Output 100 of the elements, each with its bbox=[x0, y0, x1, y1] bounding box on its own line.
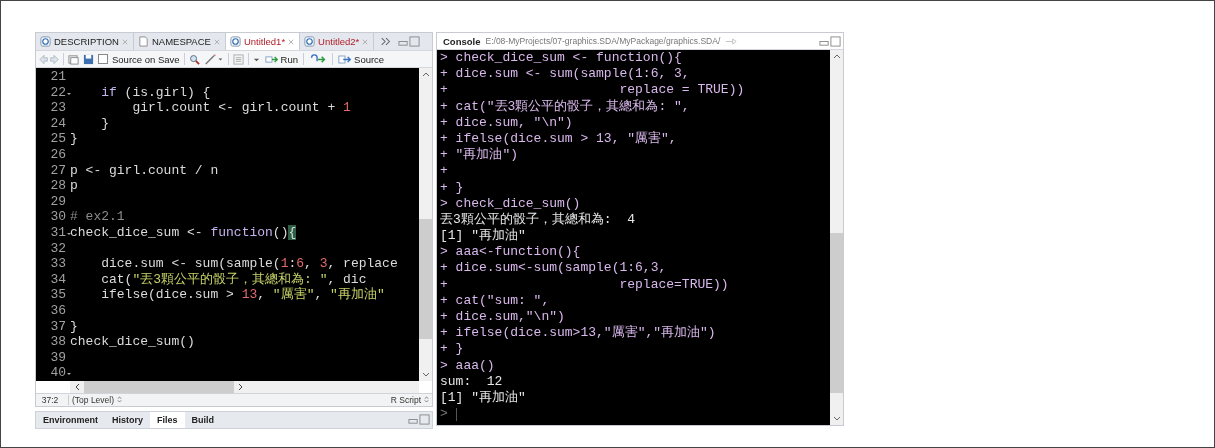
document-icon bbox=[137, 36, 149, 47]
minimize-maximize-icon[interactable] bbox=[398, 36, 421, 47]
close-icon[interactable] bbox=[288, 38, 295, 45]
scroll-up-icon[interactable] bbox=[421, 71, 430, 77]
console-line: + } bbox=[440, 341, 464, 358]
scroll-up-icon[interactable] bbox=[832, 53, 841, 59]
line-number: 33 bbox=[50, 256, 66, 272]
file-type-selector[interactable]: R Script bbox=[390, 394, 421, 405]
console-line: > check_dice_sum <- function(){ bbox=[440, 50, 682, 67]
code-line: # ex2.1 bbox=[70, 209, 125, 225]
fold-icon[interactable] bbox=[66, 371, 72, 378]
console-line: + replace=TRUE)) bbox=[440, 276, 729, 293]
source-arrow-icon bbox=[338, 54, 353, 64]
vertical-scrollbar[interactable] bbox=[419, 68, 432, 381]
save-icon[interactable] bbox=[83, 53, 94, 65]
close-icon[interactable] bbox=[362, 38, 369, 45]
line-number: 30 bbox=[50, 209, 66, 225]
scroll-right-icon[interactable] bbox=[238, 382, 244, 391]
console-line: + bbox=[440, 163, 448, 180]
console-line: + replace = TRUE)) bbox=[440, 82, 745, 99]
cursor-position: 37:2 bbox=[36, 394, 69, 405]
wand-icon[interactable] bbox=[203, 53, 224, 65]
code-line: } bbox=[70, 131, 78, 147]
pane-tab[interactable]: Build bbox=[184, 411, 222, 428]
scrollbar-thumb[interactable] bbox=[419, 219, 432, 340]
line-number: 32 bbox=[50, 240, 66, 257]
minimize-maximize-icon[interactable] bbox=[408, 414, 430, 426]
line-number: 39 bbox=[50, 349, 66, 366]
line-number: 26 bbox=[50, 146, 66, 163]
console-line: + } bbox=[440, 179, 464, 196]
line-number: 21 bbox=[50, 69, 66, 85]
line-number: 35 bbox=[50, 287, 66, 303]
line-number: 27 bbox=[50, 162, 66, 179]
minimize-maximize-icon[interactable] bbox=[819, 35, 841, 47]
line-number: 22 bbox=[50, 84, 66, 101]
r-file-icon bbox=[229, 36, 241, 47]
scroll-down-icon[interactable] bbox=[421, 371, 430, 378]
line-number: 23 bbox=[50, 100, 66, 116]
code-line: } bbox=[100, 115, 109, 132]
code-line: p <- girl.count / n bbox=[70, 162, 219, 179]
console-line: 丟3顆公平的骰子，其總和為: 4 bbox=[440, 211, 635, 228]
line-number: 29 bbox=[50, 193, 66, 210]
console-line: + dice.sum <- sum(sample(1:6, 3, bbox=[440, 66, 690, 83]
console-line: > bbox=[440, 406, 448, 423]
updown-icon[interactable] bbox=[424, 396, 429, 404]
code-line: if (is.girl) { bbox=[100, 84, 211, 101]
search-icon[interactable] bbox=[188, 53, 200, 65]
line-number: 37 bbox=[50, 318, 66, 335]
console-line: + ifelse(dice.sum>13,"厲害","再加油") bbox=[440, 325, 716, 342]
checkbox-label: Source on Save bbox=[112, 53, 180, 65]
code-line: ifelse(dice.sum > 13, "厲害", "再加油" bbox=[100, 287, 385, 303]
list-icon[interactable] bbox=[232, 53, 244, 65]
scope-selector[interactable]: (Top Level) bbox=[72, 394, 115, 405]
console-line: + dice.sum<-sum(sample(1:6,3, bbox=[440, 260, 667, 277]
console-line: > check_dice_sum() bbox=[440, 195, 581, 212]
console-line: + "再加油") bbox=[440, 147, 518, 164]
editor-tab[interactable]: Untitled1* bbox=[225, 33, 301, 50]
code-line: girl.count <- girl.count + 1 bbox=[131, 100, 351, 116]
line-number: 36 bbox=[50, 302, 66, 319]
updown-icon[interactable] bbox=[117, 396, 123, 404]
run-arrow-icon bbox=[264, 54, 279, 64]
scroll-down-icon[interactable] bbox=[832, 416, 841, 422]
r-file-icon bbox=[304, 36, 316, 47]
fold-icon[interactable] bbox=[66, 90, 72, 97]
console-line: + dice.sum,"\n") bbox=[440, 309, 565, 326]
close-icon[interactable] bbox=[213, 38, 220, 45]
pane-tab[interactable]: History bbox=[105, 411, 151, 428]
console-line: + cat("sum: ", bbox=[440, 292, 550, 309]
text-cursor bbox=[455, 407, 457, 421]
pane-tab[interactable]: Environment bbox=[36, 411, 105, 428]
more-tabs-icon[interactable] bbox=[380, 37, 393, 46]
code-line: } bbox=[70, 318, 78, 335]
checkbox[interactable] bbox=[98, 54, 108, 64]
code-line: cat("丟3顆公平的骰子，其總和為: ", dic bbox=[100, 271, 367, 287]
line-number: 25 bbox=[50, 131, 66, 147]
code-line: dice.sum <- sum(sample(1:6, 3, replace bbox=[100, 256, 398, 272]
r-file-icon bbox=[40, 36, 51, 47]
console-line: + cat("丟3顆公平的骰子，其總和為: ", bbox=[440, 98, 690, 115]
pane-tab[interactable]: Files bbox=[150, 411, 185, 428]
line-number: 38 bbox=[50, 334, 66, 350]
console-line: + ifelse(dice.sum > 13, "厲害", bbox=[440, 130, 677, 147]
fold-icon[interactable] bbox=[66, 230, 72, 237]
close-icon[interactable] bbox=[121, 38, 128, 45]
console-line: > aaa() bbox=[440, 357, 495, 374]
console-line: [1] "再加油" bbox=[440, 389, 526, 407]
code-line: p bbox=[70, 178, 78, 194]
line-number: 24 bbox=[50, 115, 66, 132]
line-number: 31 bbox=[50, 224, 66, 241]
line-number: 28 bbox=[50, 178, 66, 194]
line-number: 40 bbox=[50, 365, 66, 381]
code-line: check_dice_sum() bbox=[70, 334, 195, 350]
code-line: check_dice_sum <- function(){ bbox=[70, 224, 297, 241]
scroll-left-icon[interactable] bbox=[74, 382, 80, 391]
vertical-scrollbar[interactable] bbox=[830, 50, 843, 425]
line-number: 34 bbox=[50, 271, 66, 288]
run-button[interactable]: Run bbox=[263, 53, 300, 65]
window-icon[interactable] bbox=[68, 53, 79, 65]
working-directory: E:/08-MyProjects/07-graphics.SDA/MyPackage/graphics.SDA/ bbox=[485, 36, 721, 46]
scrollbar-thumb[interactable] bbox=[830, 232, 843, 393]
source-button[interactable]: Source bbox=[337, 53, 386, 65]
